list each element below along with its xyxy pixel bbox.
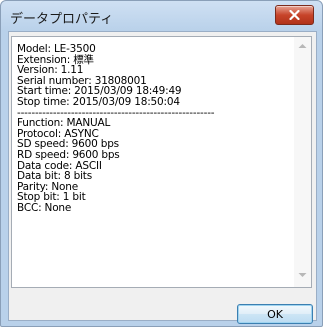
property-line-model: Model: LE-3500 [17, 43, 96, 55]
dialog-client-area: Model: LE-3500 Extension: 標準 Version: 1.… [8, 31, 317, 324]
property-line-rd-speed: RD speed: 9600 bps [17, 148, 120, 161]
properties-text: Model: LE-3500 Extension: 標準 Version: 1.… [17, 44, 289, 214]
title-bar[interactable]: データプロパティ [1, 1, 322, 31]
data-properties-dialog: データプロパティ Model: LE-3500 Extension: 標準 Ve… [0, 0, 323, 327]
properties-textarea[interactable]: Model: LE-3500 Extension: 標準 Version: 1.… [11, 36, 312, 288]
chevron-down-icon[interactable] [298, 272, 307, 278]
property-line-bcc: BCC: None [17, 201, 72, 214]
window-title: データプロパティ [10, 12, 114, 27]
close-icon [289, 10, 300, 20]
close-button[interactable] [275, 5, 314, 25]
ok-button[interactable]: OK [237, 304, 313, 324]
property-line-stop-time: Stop time: 2015/03/09 18:50:04 [17, 95, 180, 108]
chevron-up-icon[interactable] [298, 43, 307, 49]
vertical-scrollbar[interactable] [294, 37, 311, 287]
